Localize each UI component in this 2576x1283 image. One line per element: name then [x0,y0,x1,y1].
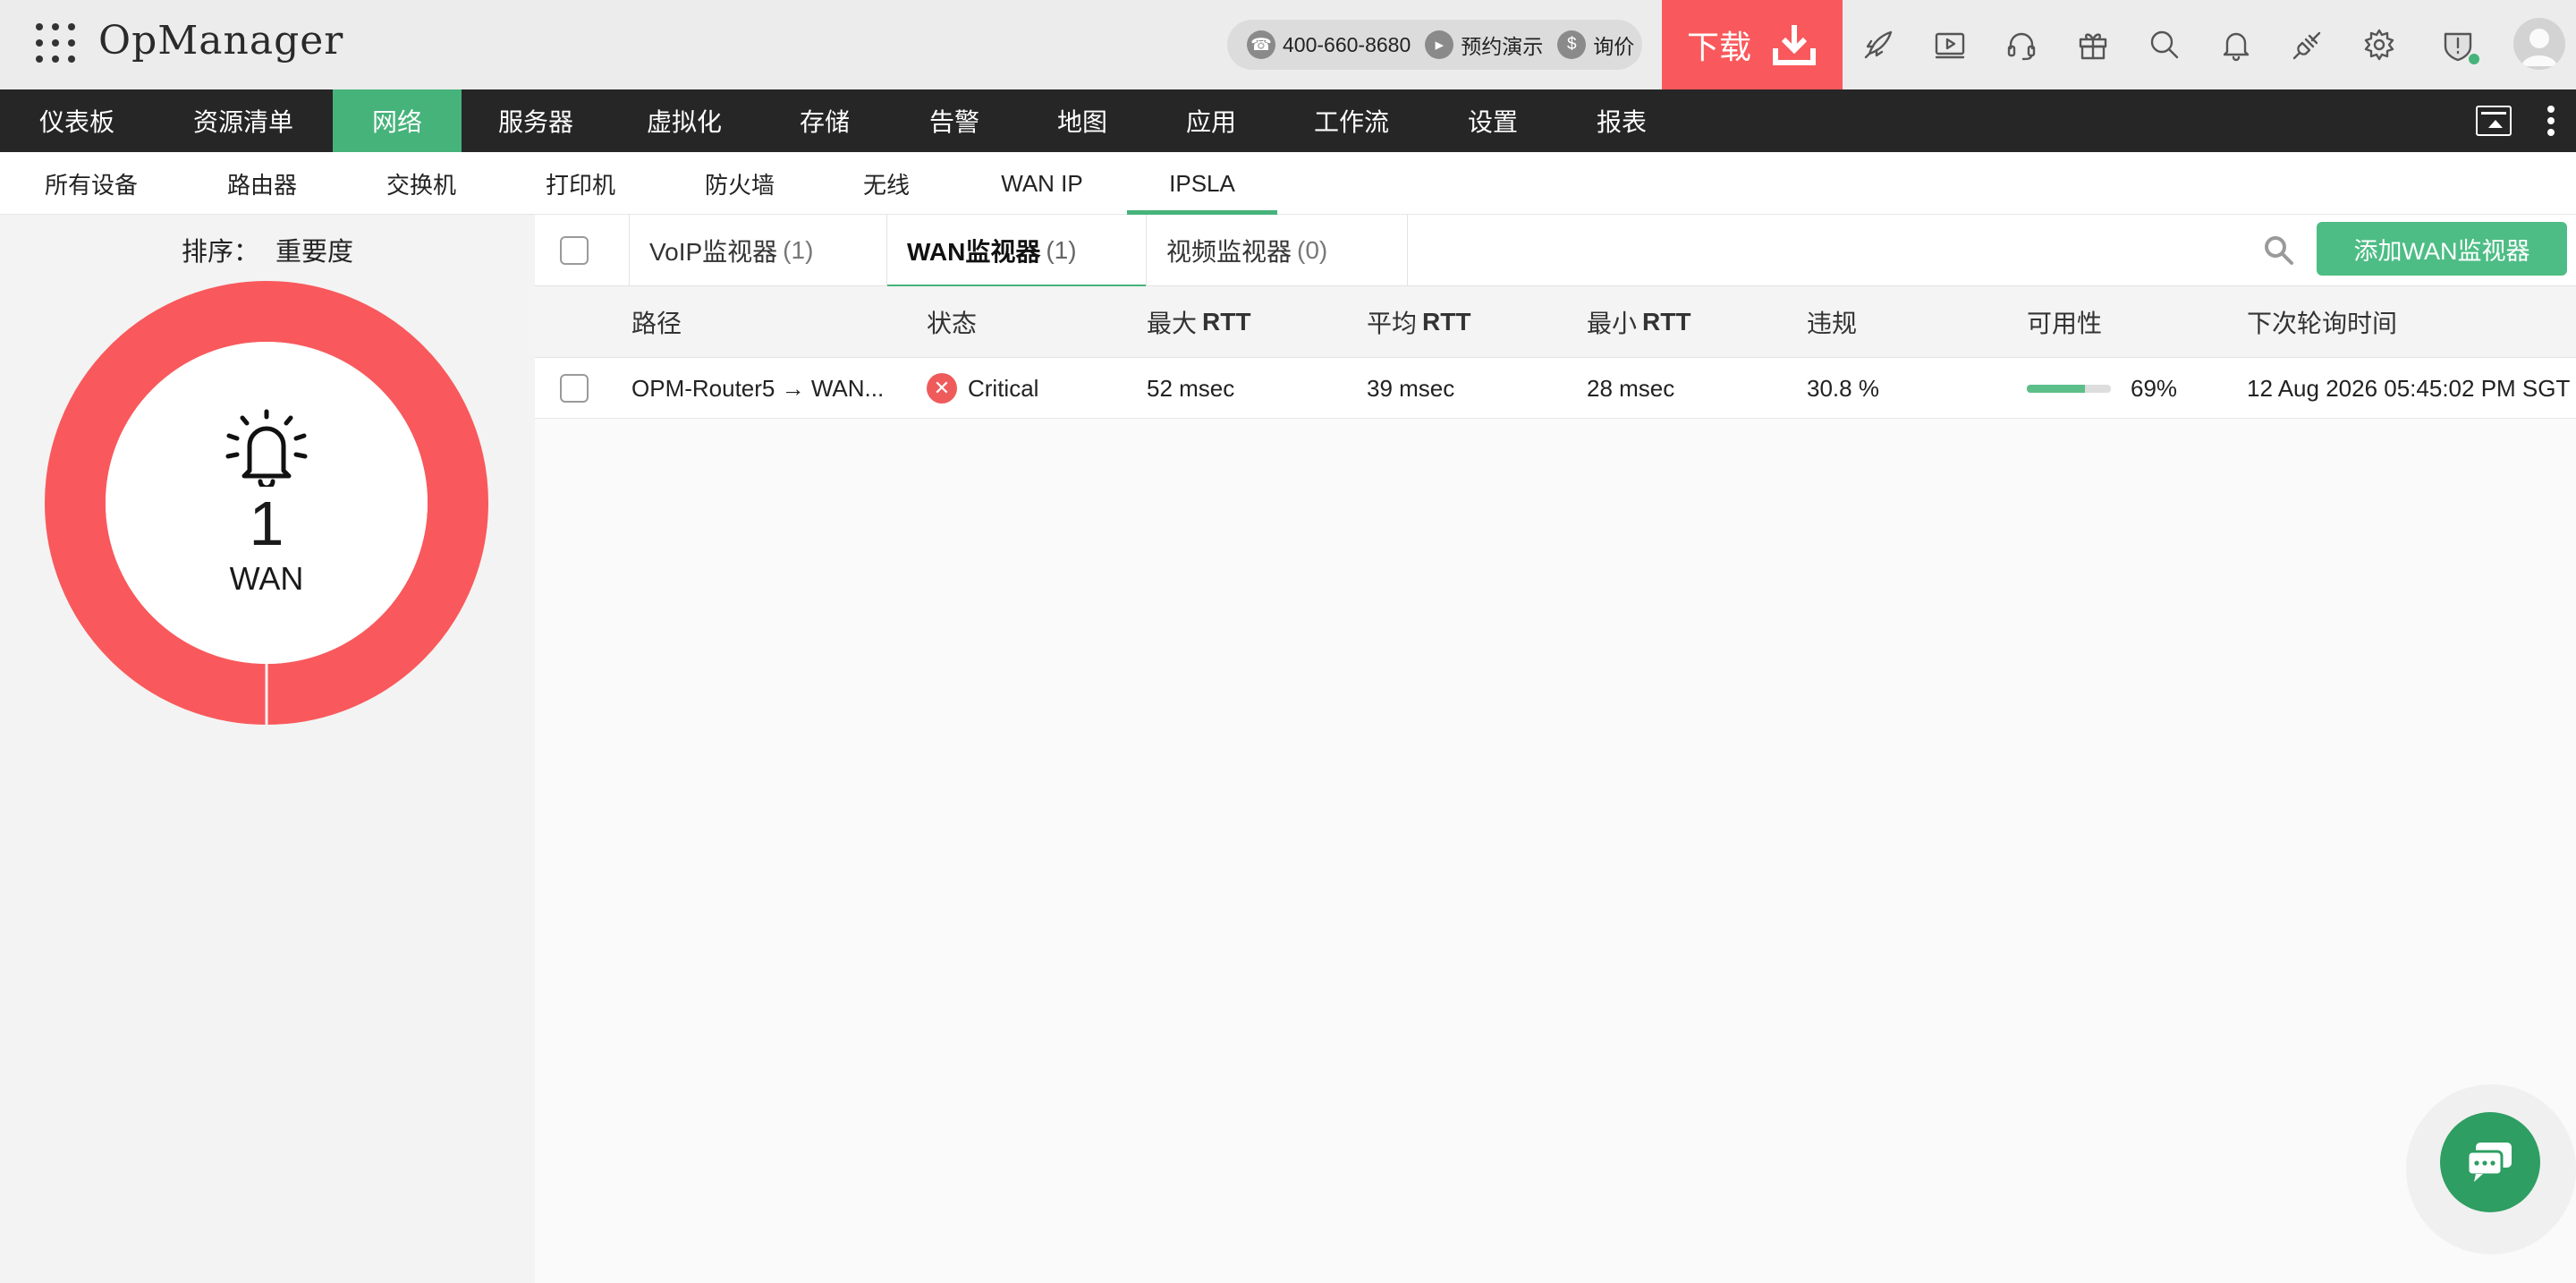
monitor-tabs: VoIP监视器 (1) WAN监视器 (1) 视频监视器 (0) 添加WAN监视器 [535,215,2576,287]
top-header: OpManager ☎ 400-660-8680 ▸ 预约演示 $ 询价 下载 [0,0,2576,89]
demo-link[interactable]: 预约演示 [1461,30,1543,60]
dollar-icon: $ [1557,30,1587,59]
table-search-icon[interactable] [2261,233,2297,268]
availability-bar-fill [2027,384,2085,393]
rocket-icon[interactable] [1859,25,1898,64]
search-icon[interactable] [2145,25,2184,64]
nav-storage[interactable]: 存储 [758,89,891,152]
subnav-printers[interactable]: 打印机 [528,152,633,215]
sort-label: 排序： [181,238,259,267]
donut-label: WAN [229,560,304,597]
bell-alarm-icon [225,409,308,487]
row-availability-text: 69% [2131,374,2178,402]
subnav-all-devices[interactable]: 所有设备 [27,152,156,215]
row-min-rtt: 28 msec [1587,374,1675,402]
row-availability: 69% [2027,358,2177,419]
select-all-checkbox[interactable] [560,236,589,269]
avatar[interactable] [2513,18,2565,70]
main-nav: 仪表板 资源清单 网络 服务器 虚拟化 存储 告警 地图 应用 工作流 设置 报… [0,89,2576,152]
subnav-wan-ip[interactable]: WAN IP [984,152,1100,215]
table-row[interactable]: OPM-Router5 → WAN... ✕ Critical 52 msec … [535,358,2576,419]
donut-center: 1 WAN [43,279,490,726]
row-next-poll: 12 Aug 2026 05:45:02 PM SGT [2247,374,2571,402]
contact-pill: ☎ 400-660-8680 ▸ 预约演示 $ 询价 [1227,20,1642,70]
nav-servers[interactable]: 服务器 [462,89,610,152]
shield-alert-icon[interactable] [2438,25,2481,66]
tab-wan-label: WAN监视器 [907,238,1041,266]
tab-video-monitors[interactable]: 视频监视器 (0) [1147,215,1408,286]
gift-icon[interactable] [2073,25,2113,64]
phone-icon: ☎ [1247,30,1275,59]
col-path[interactable]: 路径 [631,286,682,358]
chat-icon [2466,1143,2512,1182]
subnav-wireless[interactable]: 无线 [846,152,927,215]
col-max-rtt[interactable]: 最大 RTT [1147,286,1250,358]
row-path[interactable]: OPM-Router5 → WAN... [631,358,884,419]
col-status[interactable]: 状态 [927,286,977,358]
demo-play-icon: ▸ [1425,30,1454,59]
nav-network[interactable]: 网络 [333,89,462,152]
tab-video-count: (0) [1297,236,1328,264]
col-min-rtt[interactable]: 最小 RTT [1587,286,1690,358]
donut-count: 1 [249,489,284,558]
app-logo[interactable]: OpManager [98,18,343,64]
sort-row: 排序： 重要度 [0,231,535,268]
online-status-dot [2467,52,2481,66]
monitor-content: VoIP监视器 (1) WAN监视器 (1) 视频监视器 (0) 添加WAN监视器 路… [535,215,2576,1283]
tab-wan-count: (1) [1046,236,1077,264]
availability-bar [2027,384,2111,393]
phone-number[interactable]: 400-660-8680 [1283,33,1411,57]
plug-icon[interactable] [2288,25,2327,64]
subnav-firewalls[interactable]: 防火墙 [687,152,792,215]
row-avg-rtt: 39 msec [1367,374,1455,402]
nav-dashboard[interactable]: 仪表板 [0,89,154,152]
critical-status-icon: ✕ [927,373,957,404]
col-violation[interactable]: 违规 [1807,286,1857,358]
nav-right-tools [2476,89,2576,152]
bell-icon[interactable] [2216,25,2256,64]
row-status-text: Critical [968,374,1039,402]
row-checkbox[interactable] [560,358,589,419]
tab-voip-label: VoIP监视器 [649,238,778,266]
gear-icon[interactable] [2360,25,2399,64]
more-menu-icon[interactable] [2542,106,2560,136]
add-wan-monitor-button[interactable]: 添加WAN监视器 [2317,222,2567,276]
tab-wan-monitors[interactable]: WAN监视器 (1) [887,215,1147,287]
table-header: 路径 状态 最大 RTT 平均 RTT 最小 RTT 违规 可用性 下次轮询时间 [535,286,2576,358]
apps-grid-icon[interactable] [36,23,75,63]
nav-apps[interactable]: 应用 [1147,89,1275,152]
row-violation: 30.8 % [1807,374,1879,402]
sort-dropdown[interactable]: 重要度 [275,238,353,267]
download-button[interactable]: 下载 [1662,0,1843,89]
headset-icon[interactable] [2002,25,2041,64]
tab-voip-count: (1) [783,236,814,264]
tab-voip-monitors[interactable]: VoIP监视器 (1) [630,215,887,286]
subnav-ipsla[interactable]: IPSLA [1127,152,1277,215]
nav-inventory[interactable]: 资源清单 [154,89,333,152]
tab-video-label: 视频监视器 [1166,238,1292,266]
subnav-switches[interactable]: 交换机 [369,152,474,215]
left-summary-panel: 排序： 重要度 1 WAN [0,215,535,1283]
col-avg-rtt[interactable]: 平均 RTT [1367,286,1470,358]
nav-workflow[interactable]: 工作流 [1275,89,1428,152]
nav-reports[interactable]: 报表 [1558,89,1685,152]
video-icon[interactable] [1930,25,1970,64]
download-icon [1773,25,1816,65]
col-next-poll[interactable]: 下次轮询时间 [2247,286,2397,358]
col-availability[interactable]: 可用性 [2027,286,2102,358]
collapse-panel-icon[interactable] [2476,106,2512,136]
download-label: 下载 [1686,29,1751,65]
row-status: ✕ Critical [927,358,1038,419]
nav-virtualization[interactable]: 虚拟化 [610,89,758,152]
price-link[interactable]: 询价 [1593,30,1634,60]
sub-nav: 所有设备 路由器 交换机 打印机 防火墙 无线 WAN IP IPSLA [0,152,2576,215]
nav-maps[interactable]: 地图 [1018,89,1147,152]
subnav-routers[interactable]: 路由器 [209,152,315,215]
nav-alarms[interactable]: 告警 [891,89,1018,152]
row-max-rtt: 52 msec [1147,374,1235,402]
chat-button[interactable] [2440,1112,2540,1212]
nav-settings[interactable]: 设置 [1428,89,1558,152]
